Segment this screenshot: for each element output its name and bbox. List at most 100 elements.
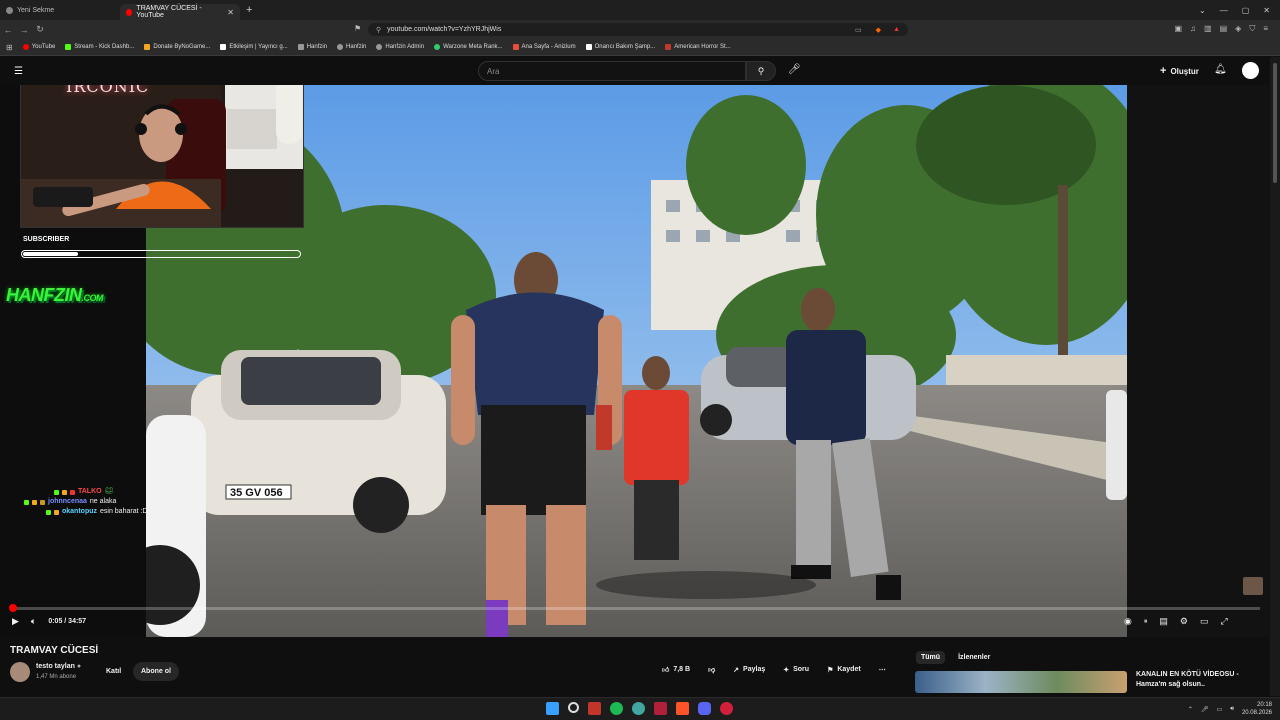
chip-all[interactable]: Tümü [916, 651, 946, 664]
scrollbar-thumb[interactable] [1273, 63, 1277, 183]
menu-icon[interactable]: ≡ [1263, 24, 1268, 34]
back-button[interactable]: ← [0, 25, 16, 35]
chip-watched[interactable]: İzlenenler [953, 651, 995, 664]
bell-icon[interactable]: 🔔︎ [1214, 64, 1227, 75]
close-tab-icon[interactable]: ✕ [227, 8, 234, 17]
emote-icon: 🐸︎ [104, 488, 114, 495]
like-button[interactable]: 👍︎ 7,8 B [662, 665, 690, 674]
progress-bar[interactable] [9, 604, 1260, 612]
bookmark-item[interactable]: Warzone Meta Rank... [434, 44, 503, 50]
app-icon[interactable] [654, 702, 667, 715]
time-display: 0:05 / 34:57 [48, 618, 87, 625]
spotify-icon[interactable] [610, 702, 623, 715]
vpn-icon[interactable]: ◈ [1235, 24, 1241, 34]
app-icon[interactable] [720, 702, 733, 715]
chevron-down-icon[interactable]: ⌄ [1199, 6, 1206, 15]
brave-rewards-icon[interactable]: ▲ [893, 26, 900, 33]
menu-icon[interactable]: ☰ [14, 66, 23, 77]
share-icon: ↗ [733, 666, 740, 674]
wallet-icon[interactable]: ▤ [1220, 24, 1228, 34]
bookmark-item[interactable]: Ana Sayfa - Anizium [512, 44, 576, 50]
controls-left: ▶ 🔈︎ 0:05 / 34:57 [12, 616, 86, 627]
search-input[interactable]: Ara [478, 61, 746, 81]
recommended-video-title[interactable]: KANALIN EN KÖTÜ VİDEOSU - Hamza'm sağ ol… [1136, 670, 1266, 690]
verified-icon: ● [76, 663, 82, 670]
dislike-button[interactable]: 👎︎ [708, 665, 715, 674]
close-window-button[interactable]: ✕ [1263, 6, 1270, 15]
page-scrollbar[interactable] [1270, 57, 1280, 696]
more-options-button[interactable]: ⋯ [879, 666, 886, 674]
play-icon[interactable]: ▶ [12, 616, 19, 627]
bookmark-item[interactable]: Etkileşim | Yayıncı g... [220, 44, 288, 50]
chat-message: TALKO 🐸︎ [54, 487, 147, 497]
ask-button[interactable]: ✦ Soru [783, 666, 809, 674]
mic-icon[interactable]: 🎤︎ [1201, 706, 1209, 713]
chat-message: okantopuz esin baharat :D [46, 507, 147, 517]
pause-icon[interactable]: ⏸︎ [1144, 618, 1148, 626]
url-text: youtube.com/watch?v=YzhYRJhjWis [387, 26, 502, 33]
windows-start-icon[interactable] [546, 702, 559, 715]
bookmark-item[interactable]: Stream - Kick Dashb... [65, 44, 134, 50]
join-button[interactable]: Katıl [96, 662, 132, 681]
url-field[interactable]: ⚲ youtube.com/watch?v=YzhYRJhjWis ▭ ◆ ▲ [368, 23, 908, 36]
extension-icon[interactable]: ▣ [1174, 24, 1182, 34]
forward-button[interactable]: → [16, 25, 32, 35]
kick-icon [65, 44, 72, 50]
chevron-up-icon[interactable]: ⌃ [1188, 706, 1193, 713]
channel-avatar[interactable] [10, 662, 30, 682]
system-tray: ⌃ 🎤︎ ▭ 🔊︎ 20:18 20.08.2026 [1188, 701, 1272, 717]
cast-icon[interactable]: ▭ [855, 26, 862, 34]
bookmark-item[interactable]: Onarıcı Bakım Şamp... [585, 44, 655, 50]
network-icon[interactable]: ▭ [1217, 706, 1223, 713]
scrubber-handle[interactable] [9, 604, 17, 612]
globe-icon [297, 44, 304, 50]
reload-button[interactable]: ↻ [32, 24, 48, 35]
settings-icon[interactable]: ⚙ [1180, 616, 1188, 627]
badge-icon [32, 499, 37, 505]
app-icon[interactable] [632, 702, 645, 715]
brave-shield-icon[interactable]: ◆ [876, 26, 881, 34]
news-widget-icon[interactable] [588, 702, 601, 715]
bookmark-item[interactable]: American Horror St... [665, 44, 731, 50]
fullscreen-icon[interactable]: ⤢ [1220, 616, 1227, 627]
create-button[interactable]: + Oluştur [1160, 65, 1199, 77]
discord-icon[interactable] [698, 702, 711, 715]
tab-youtube[interactable]: TRAMVAY CÜCESİ - YouTube ✕ [120, 4, 240, 20]
channel-watermark[interactable] [1243, 577, 1263, 595]
bookmark-item[interactable]: Hanfzin [297, 44, 327, 50]
bookmark-item[interactable]: Hanfzin [337, 44, 366, 50]
share-button[interactable]: ↗ Paylaş [733, 666, 765, 674]
apps-icon[interactable]: ⊞ [6, 43, 13, 52]
autoplay-toggle-icon[interactable]: ◉ [1124, 616, 1132, 627]
bookmark-item[interactable]: YouTube [22, 44, 55, 50]
minimize-button[interactable]: — [1220, 6, 1228, 15]
channel-name[interactable]: testo taylan ● [36, 663, 81, 670]
sidebar-icon[interactable]: ▥ [1204, 24, 1212, 34]
maximize-button[interactable]: ▢ [1242, 6, 1250, 15]
tab-new[interactable]: Yeni Sekme [0, 2, 120, 18]
search-button[interactable]: ⚲ [746, 61, 776, 81]
recommended-video-thumbnail[interactable] [915, 671, 1127, 693]
bynogame-icon [144, 44, 151, 50]
brave-icon[interactable] [676, 702, 689, 715]
save-button[interactable]: ⚑ Kaydet [827, 666, 861, 674]
subscribe-button[interactable]: Abone ol [133, 662, 179, 681]
video-title: TRAMVAY CÜCESİ [10, 645, 99, 656]
system-clock[interactable]: 20:18 20.08.2026 [1242, 701, 1272, 717]
subtitles-icon[interactable]: ▤ [1159, 616, 1168, 627]
bookmark-item[interactable]: Hanfzin Admin [376, 44, 424, 50]
bookmark-item[interactable]: Donate ByNoGame... [144, 44, 210, 50]
mic-icon[interactable]: 🎤︎ [788, 64, 801, 75]
avatar[interactable] [1242, 62, 1259, 79]
new-tab-button[interactable]: + [246, 4, 252, 16]
volume-icon[interactable]: 🔈︎ [31, 616, 36, 627]
miniplayer-icon[interactable]: ▭ [1200, 616, 1209, 627]
shield-icon[interactable]: ⛉ [1249, 24, 1255, 34]
site-info-icon[interactable]: ⚲ [376, 26, 381, 34]
media-icon[interactable]: ♫ [1190, 24, 1196, 34]
video-player[interactable]: 35 GV 056 IRCONIC SUBSCRIBER HANFZIN.COM… [0, 85, 1270, 637]
search-icon[interactable] [568, 702, 579, 713]
warzone-icon [434, 44, 441, 50]
bookmark-icon[interactable]: ⚑ [354, 24, 361, 33]
volume-icon[interactable]: 🔊︎ [1230, 706, 1234, 713]
